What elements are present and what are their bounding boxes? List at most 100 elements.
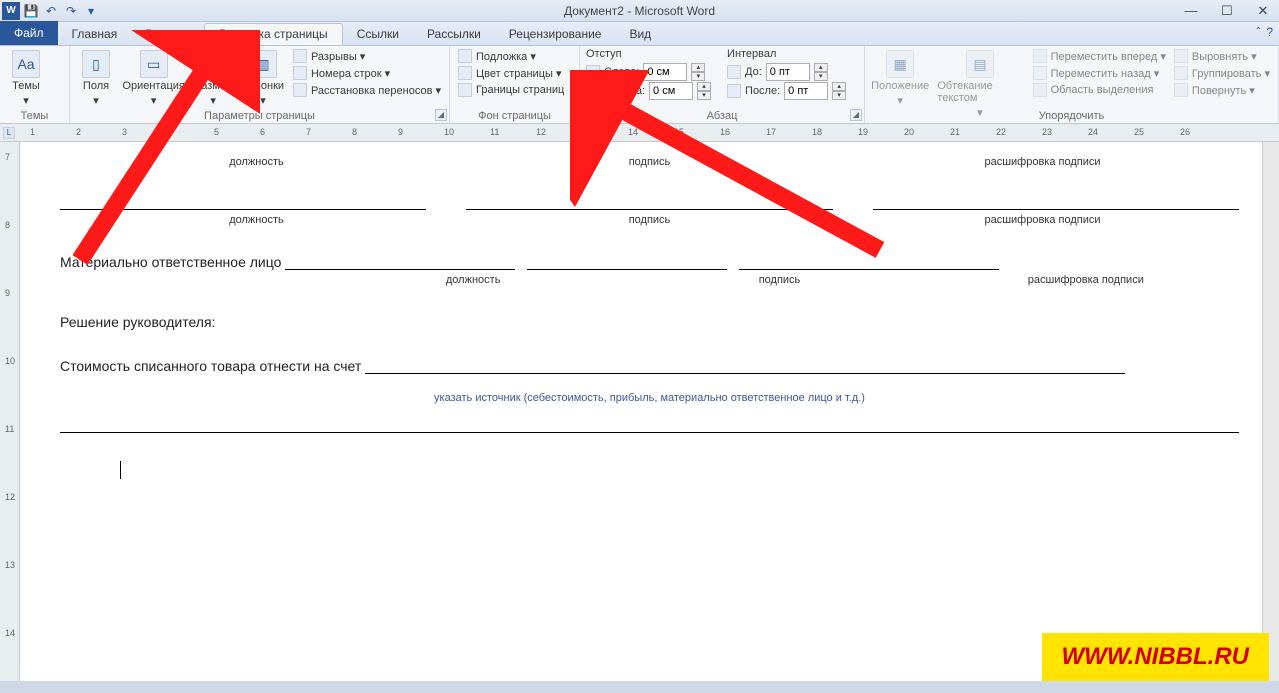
margins-icon: ▯ — [82, 50, 110, 78]
group-button[interactable]: Группировать ▾ — [1172, 65, 1272, 81]
watermark-icon — [458, 49, 472, 63]
spinner-down[interactable]: ▾ — [832, 91, 846, 100]
indent-right-input[interactable] — [649, 82, 693, 100]
themes-button[interactable]: Aa Темы ▾ — [6, 48, 46, 109]
group-page-setup-label: Параметры страницы — [70, 110, 449, 122]
window-controls: ― ☐ ✕ — [1177, 2, 1277, 20]
sig-decode-label: расшифровка подписи — [933, 274, 1239, 286]
paragraph-launcher[interactable]: ◢ — [850, 109, 862, 121]
tab-references[interactable]: Ссылки — [343, 23, 413, 45]
indent-left-icon — [586, 65, 600, 79]
themes-label: Темы — [12, 80, 40, 92]
sig-sign-label: подпись — [453, 156, 846, 168]
signature-line — [466, 192, 832, 210]
document-area: 7891011121314 должность подпись расшифро… — [0, 142, 1279, 681]
ruler-corner[interactable]: L — [3, 127, 15, 139]
rotate-button[interactable]: Повернуть ▾ — [1172, 82, 1272, 98]
title-bar: W 💾 ↶ ↷ ▾ Документ2 - Microsoft Word ― ☐… — [0, 0, 1279, 22]
maximize-button[interactable]: ☐ — [1213, 2, 1241, 20]
sig-position-label: должность — [320, 274, 626, 286]
wrap-text-icon: ▤ — [966, 50, 994, 78]
bring-forward-button[interactable]: Переместить вперед ▾ — [1031, 48, 1168, 64]
tab-review[interactable]: Рецензирование — [495, 23, 616, 45]
full-underline — [60, 432, 1239, 433]
spinner-down[interactable]: ▾ — [697, 91, 711, 100]
rotate-icon — [1174, 83, 1188, 97]
spinner-up[interactable]: ▴ — [832, 82, 846, 91]
ribbon: Aa Темы ▾ Темы ▯Поля▾ ▭Ориентация▾ ▯Разм… — [0, 46, 1279, 124]
tab-home[interactable]: Главная — [58, 23, 132, 45]
group-themes-label: Темы — [0, 110, 69, 122]
orientation-button[interactable]: ▭Ориентация▾ — [120, 48, 187, 109]
spacing-after-input[interactable] — [784, 82, 828, 100]
spinner-up[interactable]: ▴ — [691, 63, 705, 72]
indent-header: Отступ — [586, 48, 711, 60]
minimize-ribbon-icon[interactable]: ˆ — [1256, 25, 1260, 39]
redo-icon[interactable]: ↷ — [62, 2, 80, 20]
watermark-badge: WWW.NIBBL.RU — [1042, 633, 1270, 681]
selection-pane-button[interactable]: Область выделения — [1031, 82, 1168, 98]
margins-button[interactable]: ▯Поля▾ — [76, 48, 116, 109]
spacing-before-input[interactable] — [766, 63, 810, 81]
minimize-button[interactable]: ― — [1177, 2, 1205, 20]
word-icon: W — [2, 2, 20, 20]
sig-position-label: должность — [60, 156, 453, 168]
page-color-button[interactable]: Цвет страницы ▾ — [456, 65, 566, 81]
spacing-header: Интервал — [727, 48, 846, 60]
tab-insert[interactable]: Вставка — [131, 23, 204, 45]
document-page[interactable]: должность подпись расшифровка подписи до… — [20, 142, 1279, 681]
group-paragraph-label: Абзац — [580, 110, 864, 122]
position-icon: ▦ — [886, 50, 914, 78]
indent-left-input[interactable] — [643, 63, 687, 81]
tab-view[interactable]: Вид — [615, 23, 665, 45]
spacing-before-row: До: ▴▾ — [727, 63, 846, 81]
watermark-button[interactable]: Подложка ▾ — [456, 48, 566, 64]
ribbon-tabs: Файл Главная Вставка Разметка страницы С… — [0, 22, 1279, 46]
qat-dropdown-icon[interactable]: ▾ — [82, 2, 100, 20]
sig-sign-label: подпись — [626, 274, 932, 286]
tab-mailings[interactable]: Рассылки — [413, 23, 495, 45]
page-borders-button[interactable]: Границы страниц — [456, 82, 566, 98]
columns-button[interactable]: ▥Колонки▾ — [239, 48, 287, 109]
spacing-after-row: После: ▴▾ — [727, 82, 846, 100]
close-button[interactable]: ✕ — [1249, 2, 1277, 20]
send-backward-button[interactable]: Переместить назад ▾ — [1031, 65, 1168, 81]
breaks-button[interactable]: Разрывы ▾ — [291, 48, 443, 64]
file-tab[interactable]: Файл — [0, 21, 58, 45]
save-icon[interactable]: 💾 — [22, 2, 40, 20]
horizontal-ruler[interactable]: L 12345678910111213141516171819202122232… — [0, 124, 1279, 142]
spinner-down[interactable]: ▾ — [691, 72, 705, 81]
group-arrange-label: Упорядочить — [865, 110, 1278, 122]
chevron-down-icon: ▾ — [151, 94, 157, 107]
indent-right-icon — [586, 84, 600, 98]
position-button[interactable]: ▦Положение▾ — [871, 48, 929, 109]
hyphenation-button[interactable]: Расстановка переносов ▾ — [291, 82, 443, 98]
chevron-down-icon: ▾ — [897, 94, 903, 107]
themes-icon: Aa — [12, 50, 40, 78]
page-borders-icon — [458, 83, 472, 97]
tab-page-layout[interactable]: Разметка страницы — [204, 23, 343, 45]
spacing-before-icon — [727, 65, 741, 79]
help-icon[interactable]: ? — [1266, 25, 1273, 39]
columns-icon: ▥ — [249, 50, 277, 78]
spinner-up[interactable]: ▴ — [814, 63, 828, 72]
vertical-scrollbar[interactable] — [1262, 142, 1279, 681]
send-backward-icon — [1033, 66, 1047, 80]
page-setup-launcher[interactable]: ◢ — [435, 109, 447, 121]
vertical-ruler[interactable]: 7891011121314 — [0, 142, 20, 681]
chevron-down-icon: ▾ — [210, 94, 216, 107]
undo-icon[interactable]: ↶ — [42, 2, 60, 20]
spinner-up[interactable]: ▴ — [697, 82, 711, 91]
chevron-down-icon: ▾ — [23, 94, 29, 107]
line-numbers-button[interactable]: Номера строк ▾ — [291, 65, 443, 81]
size-icon: ▯ — [199, 50, 227, 78]
indent-left-row: Слева: ▴▾ — [586, 63, 711, 81]
size-button[interactable]: ▯Размер▾ — [191, 48, 235, 109]
signature-line — [60, 192, 426, 210]
align-button[interactable]: Выровнять ▾ — [1172, 48, 1272, 64]
resp-person-line: Материально ответственное лицо — [60, 254, 1239, 270]
spinner-down[interactable]: ▾ — [814, 72, 828, 81]
orientation-icon: ▭ — [140, 50, 168, 78]
hyphenation-icon — [293, 83, 307, 97]
line-numbers-icon — [293, 66, 307, 80]
